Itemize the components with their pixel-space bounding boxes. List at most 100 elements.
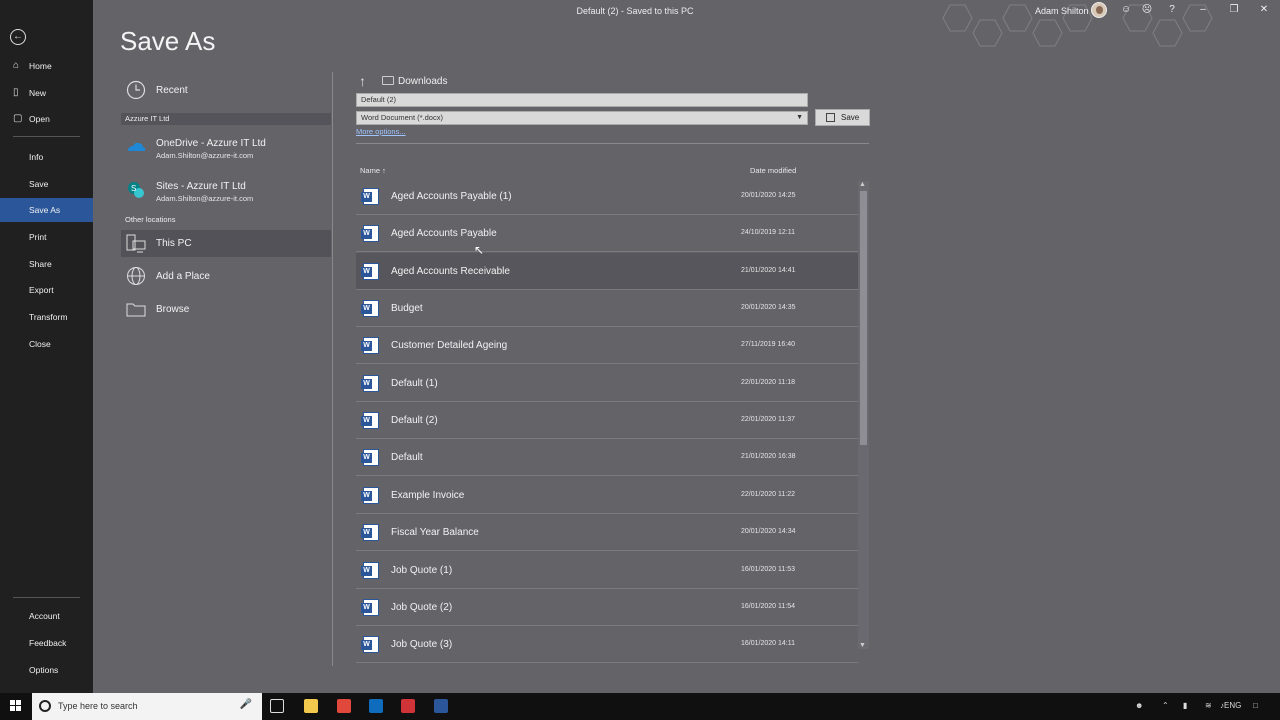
- column-header-date[interactable]: Date modified: [750, 166, 796, 175]
- page-title: Save As: [120, 26, 216, 56]
- file-name: Default (2): [391, 415, 438, 427]
- nav-account[interactable]: Account: [0, 604, 93, 628]
- file-row[interactable]: Fiscal Year Balance 20/01/2020 14:34: [356, 514, 858, 552]
- nav-label: Account: [29, 611, 60, 621]
- location-recent[interactable]: Recent: [121, 79, 331, 103]
- word-doc-icon: [361, 598, 379, 616]
- save-button-label: Save: [841, 113, 860, 122]
- windows-start-icon[interactable]: [10, 700, 22, 712]
- nav-info[interactable]: Info: [0, 145, 93, 169]
- account-name[interactable]: Adam Shilton: [1035, 6, 1089, 16]
- chevron-up-icon[interactable]: ⌃: [1162, 701, 1169, 710]
- onedrive-cloud-icon: [128, 142, 146, 151]
- nav-new[interactable]: ▯ New: [0, 81, 93, 105]
- file-date: 20/01/2020 14:25: [741, 192, 796, 199]
- file-name: Job Quote (2): [391, 601, 453, 613]
- notifications-icon[interactable]: □: [1253, 701, 1258, 710]
- location-onedrive[interactable]: OneDrive - Azzure IT Ltd Adam.Shilton@az…: [121, 136, 331, 164]
- file-row[interactable]: Job Quote (2) 16/01/2020 11:54: [356, 589, 858, 626]
- backstage-nav: ← ⌂ Home ▯ New ▢ Open Info Save Save As …: [0, 0, 93, 693]
- restore-icon[interactable]: ❐: [1226, 3, 1242, 17]
- location-this-pc[interactable]: This PC: [121, 230, 331, 257]
- nav-share[interactable]: Share: [0, 252, 93, 276]
- column-label: Name: [360, 166, 381, 175]
- language-indicator[interactable]: ENG: [1224, 701, 1241, 710]
- file-row[interactable]: Customer Detailed Ageing 27/11/2019 16:40: [356, 327, 858, 365]
- file-date: 21/01/2020 14:41: [741, 266, 796, 274]
- location-label: Add a Place: [156, 271, 210, 282]
- file-row[interactable]: Default 21/01/2020 16:38: [356, 439, 858, 477]
- scrollbar[interactable]: ▲ ▼: [858, 181, 869, 649]
- file-row[interactable]: Budget 20/01/2020 14:35: [356, 290, 858, 328]
- nav-open[interactable]: ▢ Open: [0, 107, 93, 131]
- mouse-cursor-icon: ↖: [474, 243, 485, 257]
- word-doc-icon: [361, 374, 379, 392]
- more-options-link[interactable]: More options...: [356, 127, 406, 136]
- file-row[interactable]: Default (1) 22/01/2020 11:18: [356, 365, 858, 402]
- help-icon[interactable]: ?: [1164, 3, 1180, 17]
- word-doc-icon: [361, 524, 379, 542]
- file-row[interactable]: Job Quote (1) 16/01/2020 11:53: [356, 552, 858, 589]
- file-date: 22/01/2020 11:37: [741, 416, 795, 424]
- nav-save[interactable]: Save: [0, 172, 93, 196]
- frown-icon[interactable]: ☹: [1139, 3, 1155, 17]
- close-icon[interactable]: ✕: [1256, 3, 1272, 17]
- current-folder[interactable]: Downloads: [398, 76, 447, 87]
- file-row[interactable]: Aged Accounts Receivable 21/01/2020 14:41: [356, 252, 858, 290]
- task-view-icon[interactable]: [270, 699, 284, 713]
- people-icon[interactable]: ☻: [1135, 701, 1143, 710]
- back-arrow-icon[interactable]: ←: [10, 29, 26, 45]
- filename-input[interactable]: Default (2): [356, 93, 808, 107]
- nav-label: Print: [29, 232, 47, 242]
- globe-icon: [127, 267, 145, 285]
- file-row[interactable]: Aged Accounts Payable (1) 20/01/2020 14:2…: [356, 178, 858, 215]
- location-add-place[interactable]: Add a Place: [121, 265, 331, 289]
- app-red-icon[interactable]: [401, 699, 415, 713]
- location-sites[interactable]: S Sites - Azzure IT Ltd Adam.Shilton@azz…: [121, 179, 331, 207]
- file-row[interactable]: Default (2) 22/01/2020 11:37: [356, 402, 858, 440]
- clock-icon: [126, 80, 146, 100]
- nav-save-as[interactable]: Save As: [0, 198, 93, 222]
- nav-options[interactable]: Options: [0, 658, 93, 682]
- nav-print[interactable]: Print: [0, 225, 93, 249]
- file-name: Default: [391, 452, 423, 464]
- file-date: 27/11/2019 16:40: [741, 341, 795, 349]
- scroll-up-icon[interactable]: ▲: [859, 181, 866, 188]
- nav-label: Feedback: [29, 638, 67, 648]
- file-name: Job Quote (3): [391, 639, 453, 651]
- smiley-icon[interactable]: ☺: [1118, 3, 1134, 17]
- file-date: 16/01/2020 11:53: [741, 565, 795, 573]
- chrome-icon[interactable]: [337, 699, 351, 713]
- file-date: 21/01/2020 16:38: [741, 453, 796, 461]
- column-header-name[interactable]: Name ↑: [360, 166, 386, 175]
- sharepoint-icon: S: [128, 182, 144, 198]
- scroll-down-icon[interactable]: ▼: [859, 642, 866, 649]
- minimize-icon[interactable]: –: [1195, 3, 1211, 17]
- file-row[interactable]: Example Invoice 22/01/2020 11:22: [356, 477, 858, 514]
- file-explorer-icon[interactable]: [304, 699, 318, 713]
- word-doc-icon: [361, 188, 379, 205]
- outlook-icon[interactable]: [369, 699, 383, 713]
- nav-feedback[interactable]: Feedback: [0, 631, 93, 655]
- file-name: Job Quote (1): [391, 564, 453, 576]
- nav-export[interactable]: Export: [0, 278, 93, 302]
- avatar[interactable]: [1091, 2, 1107, 18]
- nav-home[interactable]: ⌂ Home: [0, 54, 93, 78]
- word-icon[interactable]: [434, 699, 448, 713]
- new-doc-icon: ▯: [13, 87, 19, 98]
- microphone-icon[interactable]: 🎤: [240, 699, 252, 710]
- up-folder-icon[interactable]: ↑: [359, 73, 366, 89]
- save-button[interactable]: Save: [815, 109, 870, 126]
- location-label: OneDrive - Azzure IT Ltd: [156, 138, 266, 149]
- location-browse[interactable]: Browse: [121, 298, 331, 322]
- taskbar-search[interactable]: Type here to search 🎤: [32, 693, 262, 720]
- battery-icon[interactable]: ▮: [1183, 701, 1187, 710]
- filetype-select[interactable]: Word Document (*.docx) ▼: [356, 111, 808, 125]
- nav-close[interactable]: Close: [0, 332, 93, 356]
- scrollbar-thumb[interactable]: [860, 191, 867, 445]
- file-row[interactable]: Aged Accounts Payable 24/10/2019 12:11: [356, 215, 858, 253]
- nav-transform[interactable]: Transform: [0, 305, 93, 329]
- wifi-icon[interactable]: ≋: [1205, 701, 1212, 710]
- file-date: 16/01/2020 11:54: [741, 602, 795, 610]
- file-row[interactable]: Job Quote (3) 16/01/2020 14:11: [356, 626, 858, 664]
